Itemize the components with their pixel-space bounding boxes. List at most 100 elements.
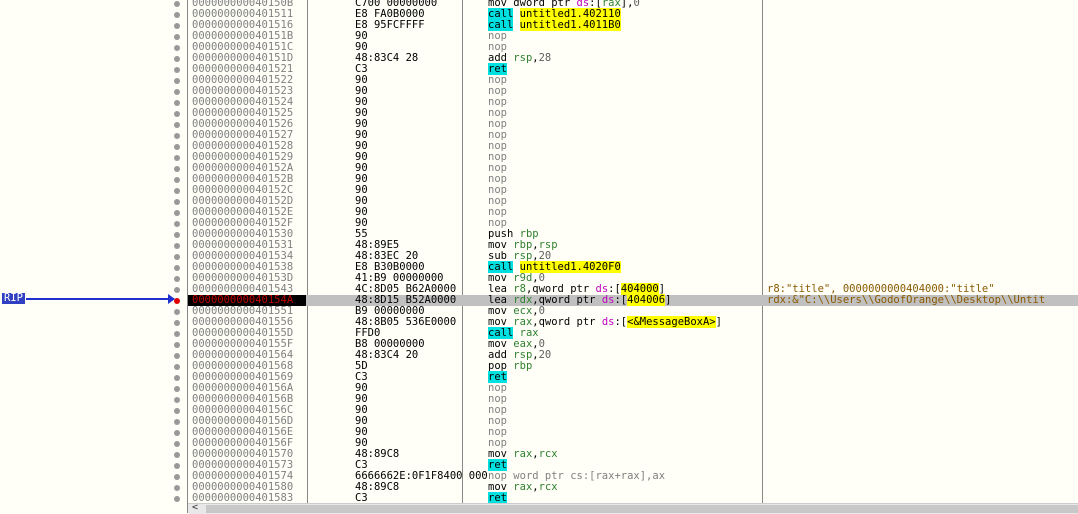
breakpoint-dot-icon[interactable]	[174, 100, 180, 106]
operand: ]	[665, 294, 672, 306]
operand: 404006	[627, 294, 666, 306]
disassembly-row[interactable]: 0000000000401524 90 nop	[174, 97, 1078, 108]
breakpoint-dot-icon[interactable]	[174, 320, 180, 326]
breakpoint-dot-icon[interactable]	[174, 12, 180, 18]
disassembly-row[interactable]: 0000000000401538 E8 B30B0000 call untitled…	[174, 261, 1078, 273]
disassembly-row[interactable]: 000000000040156F 90 nop	[174, 438, 1078, 449]
disassembly-row[interactable]: 000000000040155D FFD0 call rax	[174, 327, 1078, 339]
breakpoint-dot-icon[interactable]	[174, 78, 180, 84]
breakpoint-dot-icon[interactable]	[174, 243, 180, 249]
breakpoint-dot-icon[interactable]	[174, 298, 180, 304]
disassembly-row[interactable]: 0000000000401564 48:83C4 20 add rsp,20	[174, 349, 1078, 361]
breakpoint-dot-icon[interactable]	[174, 276, 180, 282]
breakpoint-dot-icon[interactable]	[174, 485, 180, 491]
disassembly-row[interactable]: 0000000000401530 55 push rbp	[174, 229, 1078, 240]
horizontal-scrollbar[interactable]: <	[188, 502, 1078, 514]
disassembly-row[interactable]: 0000000000401574 6666662E:0F1F8400 000 nop…	[174, 471, 1078, 482]
disassembly-row[interactable]: 0000000000401531 48:89E5 mov rbp,rsp	[174, 240, 1078, 251]
operand: ds	[601, 294, 615, 306]
disassembly-row[interactable]: 000000000040152B 90 nop	[174, 174, 1078, 185]
disassembly-view[interactable]: 000000000040150B C700 00000000 mov dword p…	[174, 0, 1078, 504]
disassembly-row[interactable]: 0000000000401556 48:8B05 536E0000 mov rax,…	[174, 316, 1078, 328]
breakpoint-dot-icon[interactable]	[174, 331, 180, 337]
disassembly-row[interactable]: 0000000000401516 E8 95FCFFFF call untitled…	[174, 19, 1078, 31]
disassembly-row[interactable]: 0000000000401534 48:83EC 20 sub rsp,20	[174, 251, 1078, 262]
breakpoint-dot-icon[interactable]	[174, 353, 180, 359]
breakpoint-dot-icon[interactable]	[174, 56, 180, 62]
breakpoint-dot-icon[interactable]	[174, 144, 180, 150]
breakpoint-dot-icon[interactable]	[174, 375, 180, 381]
disassembly-row[interactable]: 000000000040156E 90 nop	[174, 427, 1078, 438]
breakpoint-dot-icon[interactable]	[174, 342, 180, 348]
disassembly-row[interactable]: 0000000000401580 48:89C8 mov rax,rcx	[174, 481, 1078, 493]
disassembly-row[interactable]: 000000000040152F 90 nop	[174, 218, 1078, 229]
breakpoint-dot-icon[interactable]	[174, 408, 180, 414]
disassembly-row[interactable]: 000000000040152C 90 nop	[174, 185, 1078, 196]
breakpoint-dot-icon[interactable]	[174, 474, 180, 480]
disassembly-row[interactable]: 0000000000401529 90 nop	[174, 152, 1078, 163]
disassembly-row[interactable]: 0000000000401568 5D pop rbp	[174, 361, 1078, 372]
disassembly-row[interactable]: 000000000040150B C700 00000000 mov dword p…	[174, 0, 1078, 9]
disassembly-row[interactable]: 000000000040151C 90 nop	[174, 42, 1078, 53]
disassembly-row[interactable]: 000000000040152E 90 nop	[174, 207, 1078, 218]
breakpoint-dot-icon[interactable]	[174, 177, 180, 183]
disassembly-row[interactable]: 000000000040154A 48:8D15 B52A0000 lea rdx,…	[174, 294, 1078, 306]
disassembly-row[interactable]: 000000000040156C 90 nop	[174, 405, 1078, 416]
disassembly-row[interactable]: 000000000040156D 90 nop	[174, 416, 1078, 427]
operand: ,qword ptr	[532, 316, 602, 328]
instruction: call untitled1.4011B0	[488, 19, 621, 31]
disassembly-row[interactable]: 000000000040155F B8 00000000 mov eax,0	[174, 339, 1078, 350]
disassembly-row[interactable]: 000000000040156B 90 nop	[174, 394, 1078, 405]
disassembly-row[interactable]: 000000000040151B 90 nop	[174, 31, 1078, 42]
breakpoint-dot-icon[interactable]	[174, 89, 180, 95]
breakpoint-dot-icon[interactable]	[174, 386, 180, 392]
breakpoint-dot-icon[interactable]	[174, 155, 180, 161]
breakpoint-dot-icon[interactable]	[174, 496, 180, 502]
breakpoint-dot-icon[interactable]	[174, 1, 180, 7]
disassembly-row[interactable]: 0000000000401525 90 nop	[174, 108, 1078, 119]
breakpoint-dot-icon[interactable]	[174, 166, 180, 172]
disassembly-row[interactable]: 000000000040152D 90 nop	[174, 196, 1078, 207]
operand: 20	[538, 349, 552, 361]
disassembly-row[interactable]: 0000000000401526 90 nop	[174, 119, 1078, 130]
rip-label: RIP	[2, 292, 25, 304]
disassembly-row[interactable]: 0000000000401523 90 nop	[174, 86, 1078, 97]
breakpoint-dot-icon[interactable]	[174, 210, 180, 216]
breakpoint-dot-icon[interactable]	[174, 111, 180, 117]
scrollbar-thumb[interactable]	[206, 505, 1078, 513]
breakpoint-dot-icon[interactable]	[174, 23, 180, 29]
breakpoint-dot-icon[interactable]	[174, 441, 180, 447]
breakpoint-dot-icon[interactable]	[174, 452, 180, 458]
breakpoint-dot-icon[interactable]	[174, 122, 180, 128]
breakpoint-dot-icon[interactable]	[174, 397, 180, 403]
disassembly-row[interactable]: 0000000000401527 90 nop	[174, 130, 1078, 141]
breakpoint-dot-icon[interactable]	[174, 254, 180, 260]
scroll-left-icon[interactable]: <	[192, 502, 198, 513]
breakpoint-dot-icon[interactable]	[174, 463, 180, 469]
disassembly-row[interactable]: 0000000000401569 C3 ret	[174, 371, 1078, 383]
breakpoint-dot-icon[interactable]	[174, 188, 180, 194]
breakpoint-dot-icon[interactable]	[174, 67, 180, 73]
disassembly-row[interactable]: 000000000040151D 48:83C4 28 add rsp,28	[174, 53, 1078, 64]
breakpoint-dot-icon[interactable]	[174, 221, 180, 227]
breakpoint-dot-icon[interactable]	[174, 265, 180, 271]
disassembly-row[interactable]: 000000000040152A 90 nop	[174, 163, 1078, 174]
breakpoint-dot-icon[interactable]	[174, 309, 180, 315]
disassembly-row[interactable]: 0000000000401528 90 nop	[174, 141, 1078, 152]
breakpoint-dot-icon[interactable]	[174, 199, 180, 205]
breakpoint-dot-icon[interactable]	[174, 133, 180, 139]
breakpoint-dot-icon[interactable]	[174, 430, 180, 436]
breakpoint-dot-icon[interactable]	[174, 232, 180, 238]
disassembly-row[interactable]: 0000000000401570 48:89C8 mov rax,rcx	[174, 449, 1078, 460]
breakpoint-dot-icon[interactable]	[174, 45, 180, 51]
disassembly-row[interactable]: 000000000040156A 90 nop	[174, 383, 1078, 394]
disassembly-row[interactable]: 0000000000401522 90 nop	[174, 75, 1078, 86]
operand: ],	[620, 0, 634, 9]
operand: rcx	[538, 481, 558, 493]
disassembly-row[interactable]: 0000000000401521 C3 ret	[174, 63, 1078, 75]
breakpoint-dot-icon[interactable]	[174, 34, 180, 40]
breakpoint-dot-icon[interactable]	[174, 419, 180, 425]
breakpoint-dot-icon[interactable]	[174, 364, 180, 370]
disassembly-row[interactable]: 0000000000401511 E8 FA0B0000 call untitled…	[174, 8, 1078, 20]
breakpoint-dot-icon[interactable]	[174, 287, 180, 293]
